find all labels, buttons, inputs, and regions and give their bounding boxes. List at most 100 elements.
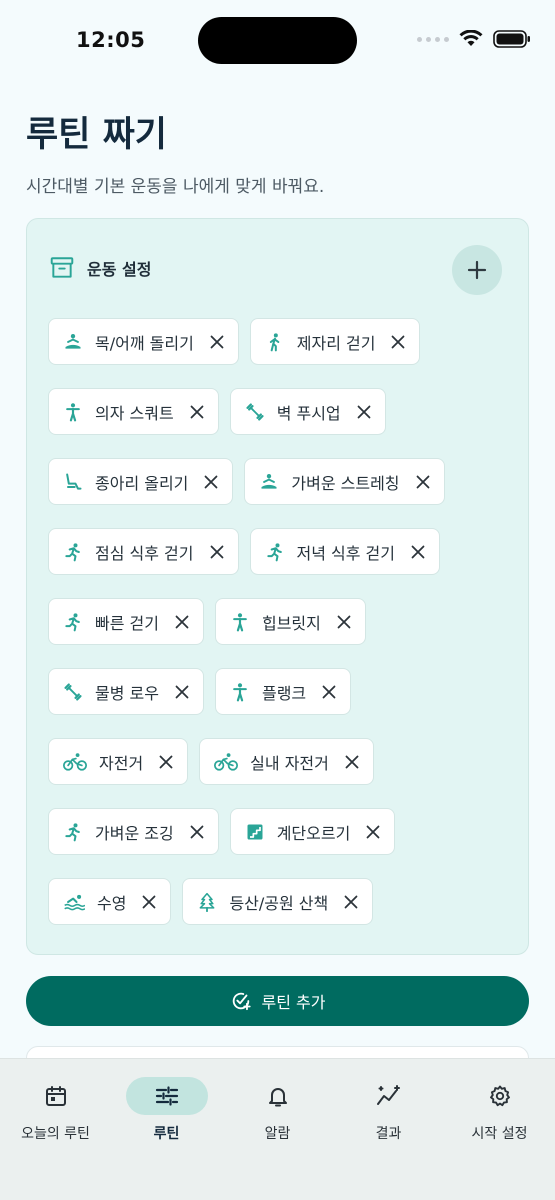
remove-chip-icon[interactable]: [411, 545, 425, 559]
remove-chip-icon[interactable]: [345, 755, 359, 769]
chip-row: 수영 등산/공원 산책: [48, 878, 445, 925]
status-icons: [417, 30, 531, 48]
run-icon: [63, 822, 83, 842]
dumbbell-icon: [63, 682, 83, 702]
chip-label: 등산/공원 산책: [229, 893, 329, 913]
nav-label: 루틴: [153, 1126, 180, 1142]
remove-chip-icon[interactable]: [391, 335, 405, 349]
remove-chip-icon[interactable]: [344, 895, 358, 909]
run-icon: [63, 612, 83, 632]
remove-chip-icon[interactable]: [366, 825, 380, 839]
exercise-chip[interactable]: 등산/공원 산책: [182, 878, 374, 925]
bike-icon: [63, 752, 87, 772]
exercise-chip[interactable]: 벽 푸시업: [229, 388, 386, 435]
remove-chip-icon[interactable]: [416, 475, 430, 489]
chip-label: 계단오르기: [276, 823, 351, 843]
walk-icon: [265, 332, 285, 352]
exercise-chip[interactable]: 가벼운 조깅: [48, 808, 219, 855]
exercise-chip[interactable]: 점심 식후 걷기: [48, 528, 239, 575]
chip-row: 목/어깨 돌리기 제자리 걷기: [48, 318, 445, 365]
exercise-chip[interactable]: 계단오르기: [229, 808, 396, 855]
exercise-chip[interactable]: 자전거: [48, 738, 189, 785]
chip-label: 힙브릿지: [261, 613, 321, 633]
remove-chip-icon[interactable]: [337, 615, 351, 629]
dumbbell-icon: [245, 402, 265, 422]
card-title: 운동 설정: [87, 260, 152, 279]
nav-item[interactable]: 루틴: [111, 1077, 222, 1143]
chip-row: 빠른 걷기 힙브릿지: [48, 598, 445, 645]
chip-row: 점심 식후 걷기 저녁 식후 걷기: [48, 528, 445, 575]
add-exercise-button[interactable]: [452, 245, 502, 295]
exercise-chip[interactable]: 의자 스쿼트: [48, 388, 219, 435]
seat-icon: [63, 472, 83, 492]
remove-chip-icon[interactable]: [210, 335, 224, 349]
plus-icon: [467, 260, 487, 280]
nav-label: 시작 설정: [471, 1126, 528, 1142]
chip-label: 종아리 올리기: [95, 473, 189, 493]
run-icon: [265, 542, 285, 562]
chip-label: 자전거: [99, 753, 144, 773]
remove-chip-icon[interactable]: [190, 825, 204, 839]
tree-icon: [197, 892, 217, 912]
bell-icon: [237, 1077, 319, 1115]
chip-label: 제자리 걷기: [296, 333, 376, 353]
exercise-chip[interactable]: 종아리 올리기: [48, 458, 234, 505]
nav-item[interactable]: 결과: [333, 1077, 444, 1143]
remove-chip-icon[interactable]: [175, 685, 189, 699]
remove-chip-icon[interactable]: [175, 615, 189, 629]
remove-chip-icon[interactable]: [210, 545, 224, 559]
remove-chip-icon[interactable]: [190, 405, 204, 419]
exercise-chip[interactable]: 플랭크: [214, 668, 352, 715]
chip-label: 의자 스쿼트: [95, 403, 174, 423]
chip-label: 실내 자전거: [250, 753, 329, 773]
chart-sparkle-icon: [348, 1077, 430, 1115]
card-header: 운동 설정: [49, 255, 151, 281]
swim-icon: [63, 892, 85, 912]
remove-chip-icon[interactable]: [159, 755, 173, 769]
nav-label: 오늘의 루틴: [21, 1126, 90, 1142]
chip-row: 종아리 올리기 가벼운 스트레칭: [48, 458, 445, 505]
exercise-chip[interactable]: 힙브릿지: [214, 598, 366, 645]
archive-icon: [50, 257, 74, 278]
bike-icon: [214, 752, 239, 772]
chip-row: 가벼운 조깅 계단오르기: [48, 808, 445, 855]
nav-item[interactable]: 오늘의 루틴: [0, 1077, 111, 1143]
exercise-chip-list: 목/어깨 돌리기 제자리 걷기의자 스쿼트 벽 푸시업종아리 올리기 가벼운 스트레칭…: [48, 318, 445, 948]
exercise-chip[interactable]: 제자리 걷기: [249, 318, 421, 365]
nav-item[interactable]: 알람: [222, 1077, 333, 1143]
calendar-icon: [15, 1077, 97, 1115]
exercise-chip[interactable]: 빠른 걷기: [48, 598, 204, 645]
chip-label: 점심 식후 걷기: [95, 543, 194, 563]
exercise-chip[interactable]: 실내 자전거: [199, 738, 374, 785]
nav-label: 알람: [264, 1126, 291, 1142]
chip-row: 의자 스쿼트 벽 푸시업: [48, 388, 445, 435]
exercise-chip[interactable]: 목/어깨 돌리기: [48, 318, 239, 365]
nav-item[interactable]: 시작 설정: [444, 1077, 555, 1143]
run-icon: [63, 542, 83, 562]
chip-label: 벽 푸시업: [276, 403, 341, 423]
add-routine-button[interactable]: 루틴 추가: [26, 976, 529, 1026]
remove-chip-icon[interactable]: [357, 405, 371, 419]
meditation-icon: [63, 332, 83, 352]
remove-chip-icon[interactable]: [142, 895, 156, 909]
bottom-nav: 오늘의 루틴 루틴 알람 결과 시작 설정: [0, 1058, 555, 1200]
page-title: 루틴 짜기: [26, 115, 167, 155]
status-bar: 12:05: [0, 0, 555, 70]
person-standing-icon: [230, 612, 250, 632]
exercise-chip[interactable]: 수영: [48, 878, 172, 925]
status-time: 12:05: [76, 28, 146, 52]
stairs-icon: [245, 822, 265, 842]
chip-label: 저녁 식후 걷기: [296, 543, 396, 563]
exercise-settings-card: 운동 설정 목/어깨 돌리기 제자리 걷기 의자 스쿼트 벽 푸시업 종아리 올리기 가벼…: [26, 218, 529, 955]
exercise-chip[interactable]: 물병 로우: [48, 668, 204, 715]
chip-label: 목/어깨 돌리기: [95, 333, 194, 353]
chip-label: 빠른 걷기: [95, 613, 159, 633]
exercise-chip[interactable]: 가벼운 스트레칭: [244, 458, 445, 505]
chip-label: 물병 로우: [95, 683, 159, 703]
remove-chip-icon[interactable]: [204, 475, 218, 489]
remove-chip-icon[interactable]: [322, 685, 336, 699]
page-subtitle: 시간대별 기본 운동을 나에게 맞게 바꿔요.: [26, 177, 325, 197]
chip-label: 가벼운 조깅: [95, 823, 174, 843]
exercise-chip[interactable]: 저녁 식후 걷기: [249, 528, 440, 575]
check-add-icon: [232, 992, 251, 1011]
